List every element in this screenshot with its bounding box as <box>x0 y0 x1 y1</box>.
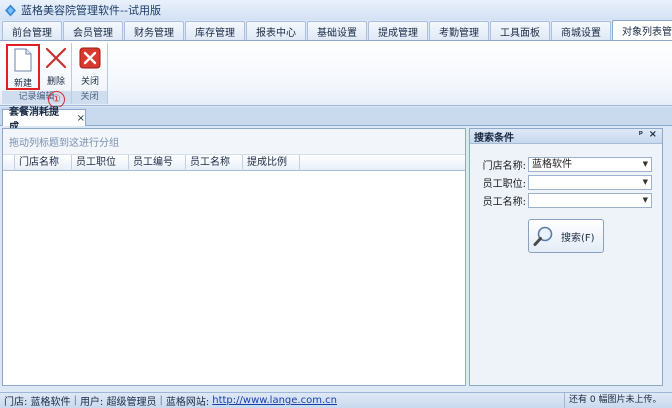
data-grid-panel: 拖动列标题到这进行分组 门店名称 员工职位 员工编号 员工名称 提成比例 <box>2 128 466 386</box>
tab-finance[interactable]: 财务管理 <box>124 21 184 40</box>
tab-attendance[interactable]: 考勤管理 <box>429 21 489 40</box>
field-row-store: 门店名称: 蓝格软件 ▼ <box>470 156 662 172</box>
ribbon-group-label-close: 关闭 <box>72 91 107 104</box>
window-title: 蓝格美容院管理软件--试用版 <box>21 4 161 17</box>
tab-commission[interactable]: 提成管理 <box>368 21 428 40</box>
grid-header-row: 门店名称 员工职位 员工编号 员工名称 提成比例 <box>3 155 465 171</box>
search-panel-title: 搜索条件 <box>474 132 514 144</box>
grid-row-indicator-header <box>3 155 15 171</box>
chevron-down-icon: ▼ <box>642 177 648 186</box>
column-header-position[interactable]: 员工职位 <box>72 155 129 171</box>
chevron-down-icon: ▼ <box>642 195 648 204</box>
status-separator: | <box>73 395 77 406</box>
title-bar: 蓝格美容院管理软件--试用版 <box>0 0 672 20</box>
column-header-employee-id[interactable]: 员工编号 <box>129 155 186 171</box>
status-site-label: 蓝格网站: <box>165 397 210 408</box>
search-button-label: 搜索(F) <box>561 232 595 244</box>
ribbon-panel: 新建 删除 记录编辑 关闭 关闭 ① <box>0 41 672 108</box>
new-button[interactable]: 新建 <box>6 44 40 90</box>
field-row-employee-name: 员工名称: ▼ <box>470 192 662 208</box>
tab-mall-settings[interactable]: 商城设置 <box>551 21 611 40</box>
search-panel-header: 搜索条件 ᵖ × <box>470 129 662 144</box>
delete-x-icon <box>44 46 68 70</box>
close-button-label: 关闭 <box>80 77 99 87</box>
store-name-label: 门店名称: <box>482 160 526 172</box>
field-row-position: 员工职位: ▼ <box>470 174 662 190</box>
group-by-area[interactable]: 拖动列标题到这进行分组 <box>3 129 465 155</box>
pin-icon[interactable]: ᵖ <box>639 130 643 140</box>
status-upload-info: 还有 0 幅图片未上传。 <box>564 393 672 408</box>
tab-reports[interactable]: 报表中心 <box>246 21 306 40</box>
search-icon <box>533 226 553 246</box>
position-select[interactable]: ▼ <box>528 174 652 190</box>
tab-member[interactable]: 会员管理 <box>63 21 123 40</box>
employee-name-select[interactable]: ▼ <box>528 192 652 208</box>
tab-inventory[interactable]: 库存管理 <box>185 21 245 40</box>
tab-tools[interactable]: 工具面板 <box>490 21 550 40</box>
new-button-label: 新建 <box>13 79 32 89</box>
new-document-icon <box>11 48 35 72</box>
ribbon-tab-strip: 前台管理 会员管理 财务管理 库存管理 报表中心 基础设置 提成管理 考勤管理 … <box>0 20 672 41</box>
doc-tab-package-commission[interactable]: 套餐消耗提成 × <box>2 107 86 133</box>
chevron-down-icon: ▼ <box>642 159 648 168</box>
tab-basic-settings[interactable]: 基础设置 <box>307 21 367 40</box>
employee-name-label: 员工名称: <box>482 196 526 208</box>
status-separator: | <box>159 395 163 406</box>
position-label: 员工职位: <box>482 178 526 190</box>
status-user: 用户: 超级管理员 <box>79 397 157 408</box>
app-logo-icon <box>5 4 16 16</box>
website-link[interactable]: http://www.lange.com.cn <box>212 395 337 406</box>
column-header-store-name[interactable]: 门店名称 <box>15 155 72 171</box>
tab-object-list[interactable]: 对象列表管理 <box>612 20 672 40</box>
status-bar: 门店: 蓝格软件 | 用户: 超级管理员 | 蓝格网站: http://www.… <box>0 392 672 408</box>
search-button[interactable]: 搜索(F) <box>528 219 604 253</box>
store-name-select[interactable]: 蓝格软件 ▼ <box>528 156 652 172</box>
document-tab-strip: 套餐消耗提成 × <box>0 107 672 133</box>
status-store: 门店: 蓝格软件 <box>4 397 71 408</box>
column-header-employee-name[interactable]: 员工名称 <box>186 155 243 171</box>
delete-button[interactable]: 删除 <box>40 44 72 90</box>
panel-close-icon[interactable]: × <box>649 129 657 140</box>
column-header-commission-rate[interactable]: 提成比例 <box>243 155 300 171</box>
ribbon-group-close: 关闭 关闭 <box>72 43 108 104</box>
doc-tab-close-icon[interactable]: × <box>77 113 85 124</box>
tab-front-desk[interactable]: 前台管理 <box>2 21 62 40</box>
close-button[interactable]: 关闭 <box>74 44 106 90</box>
store-name-value: 蓝格软件 <box>532 158 572 170</box>
search-conditions-panel: 搜索条件 ᵖ × 门店名称: 蓝格软件 ▼ 员工职位: ▼ 员工名称: ▼ 搜索… <box>469 128 663 386</box>
delete-button-label: 删除 <box>46 77 65 87</box>
close-red-icon <box>78 46 102 70</box>
